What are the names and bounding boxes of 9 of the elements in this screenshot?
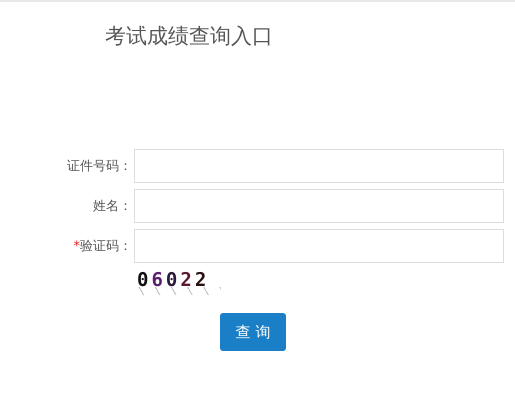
page-title: 考试成绩查询入口 — [105, 23, 274, 50]
query-button[interactable]: 查 询 — [220, 313, 286, 351]
field-label: 姓名： — [93, 199, 132, 214]
field-label: 证件号码： — [67, 159, 132, 174]
input-field[interactable] — [134, 149, 504, 183]
input-field[interactable] — [134, 189, 504, 223]
input-field[interactable] — [134, 229, 504, 263]
field-label: 验证码： — [80, 239, 132, 254]
required-mark: * — [74, 239, 80, 254]
